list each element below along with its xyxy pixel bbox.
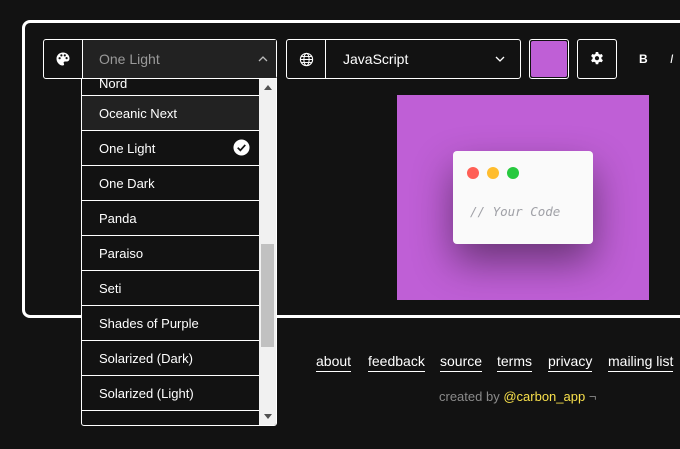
theme-option[interactable]: One Dark <box>82 166 259 201</box>
globe-icon <box>287 40 326 78</box>
dropdown-scrollbar[interactable] <box>259 79 276 425</box>
theme-option-label: One Light <box>99 140 156 156</box>
footer-link-source[interactable]: source <box>440 353 483 372</box>
scrollbar-thumb[interactable] <box>261 244 274 347</box>
theme-dropdown-list[interactable]: Nord Oceanic Next One Light One Dark Pan… <box>81 78 277 426</box>
theme-select[interactable]: One Light <box>43 39 277 79</box>
background-color-swatch <box>531 41 567 77</box>
code-window[interactable]: // Your Code <box>453 151 593 244</box>
code-preview: // Your Code <box>397 95 649 300</box>
theme-option-label: Oceanic Next <box>99 105 178 121</box>
theme-option[interactable]: Panda <box>82 201 259 236</box>
theme-option[interactable]: Solarized (Dark) <box>82 341 259 376</box>
language-select[interactable]: JavaScript <box>286 39 521 79</box>
checkmark-icon <box>233 139 250 156</box>
theme-option-label: Seti <box>99 280 122 296</box>
scroll-down-arrow-icon[interactable] <box>264 414 272 419</box>
italic-button[interactable]: I <box>670 52 673 66</box>
theme-option[interactable]: Paraiso <box>82 236 259 271</box>
theme-select-value[interactable]: One Light <box>83 40 250 78</box>
theme-option[interactable]: Seti <box>82 271 259 306</box>
theme-option-label: Solarized (Dark) <box>99 350 193 366</box>
footer-link-about[interactable]: about <box>316 353 352 372</box>
chevron-down-icon[interactable] <box>480 40 520 78</box>
bold-button[interactable]: B <box>639 52 648 66</box>
theme-option[interactable]: Nord <box>82 78 259 96</box>
gear-icon <box>591 52 603 65</box>
maximize-dot <box>507 167 519 179</box>
handle-suffix: ¬ <box>588 389 597 404</box>
theme-option[interactable]: Oceanic Next <box>82 96 259 131</box>
created-by-prefix: created by <box>439 389 500 404</box>
theme-option[interactable]: Shades of Purple <box>82 306 259 341</box>
theme-option-selected[interactable]: One Light <box>82 131 259 166</box>
theme-option-label: One Dark <box>99 175 155 191</box>
chevron-up-icon[interactable] <box>250 40 276 78</box>
created-by: created by @carbon_app ¬ <box>439 389 596 404</box>
scroll-up-arrow-icon[interactable] <box>264 85 272 90</box>
footer-link-feedback[interactable]: feedback <box>368 353 425 372</box>
palette-icon <box>44 40 83 78</box>
theme-option-label: Paraiso <box>99 245 144 261</box>
code-text[interactable]: // Your Code <box>470 204 560 219</box>
theme-option-label: Panda <box>99 210 137 226</box>
footer-link-privacy[interactable]: privacy <box>548 353 593 372</box>
background-color-button[interactable] <box>529 39 569 79</box>
minimize-dot <box>487 167 499 179</box>
footer-link-mailing-list[interactable]: mailing list <box>608 353 674 372</box>
twitter-handle-link[interactable]: @carbon_app <box>503 389 585 404</box>
language-select-value[interactable]: JavaScript <box>326 40 480 78</box>
close-dot <box>467 167 479 179</box>
theme-option-label: Shades of Purple <box>99 315 199 331</box>
theme-option-label: Solarized (Light) <box>99 385 194 401</box>
footer-link-terms[interactable]: terms <box>497 353 532 372</box>
settings-button[interactable] <box>577 39 617 79</box>
theme-option[interactable]: Solarized (Light) <box>82 376 259 411</box>
theme-option-label: Nord <box>99 78 128 91</box>
